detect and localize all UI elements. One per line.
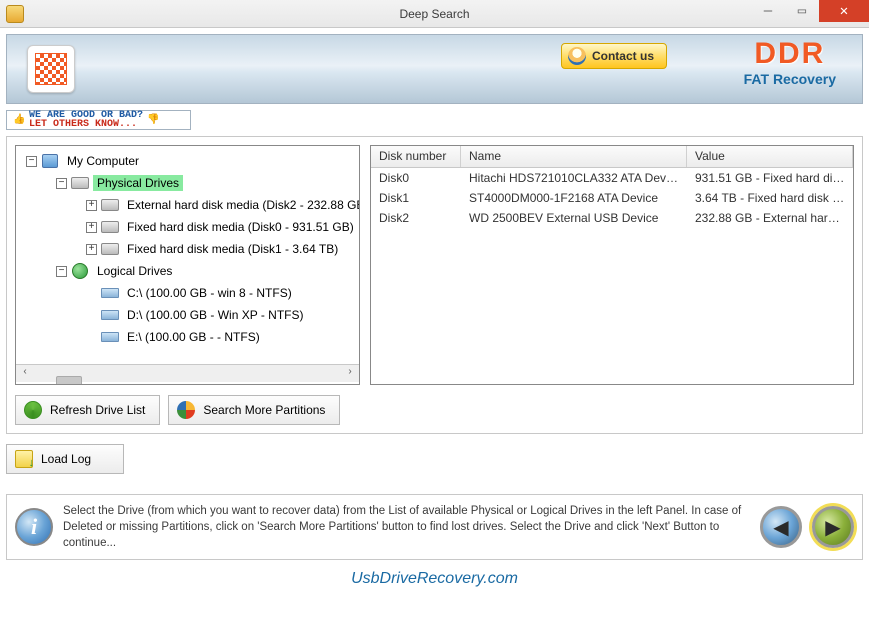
- next-arrow-icon: ▶: [825, 515, 840, 540]
- tree-label: External hard disk media (Disk2 - 232.88…: [123, 197, 359, 213]
- tree-label-selected: Physical Drives: [93, 175, 183, 191]
- thumbs-down-icon: 👎: [147, 114, 159, 126]
- logical-icon: [71, 263, 89, 279]
- banner: Contact us DDR FAT Recovery: [6, 34, 863, 104]
- cell-c2: ST4000DM000-1F2168 ATA Device: [461, 191, 687, 205]
- minimize-button[interactable]: —: [751, 0, 785, 22]
- info-icon: i: [15, 508, 53, 546]
- drive-tree[interactable]: − My Computer − Physical Drives + Extern…: [16, 146, 359, 364]
- list-body: Disk0Hitachi HDS721010CLA332 ATA Device9…: [371, 168, 853, 228]
- tree-physical-drives[interactable]: − Physical Drives: [16, 172, 359, 194]
- instruction-text: Select the Drive (from which you want to…: [63, 503, 750, 551]
- search-icon: [177, 401, 195, 419]
- cell-c1: Disk0: [371, 171, 461, 185]
- cell-c3: 3.64 TB - Fixed hard disk media: [687, 191, 853, 205]
- tree-label: D:\ (100.00 GB - Win XP - NTFS): [123, 307, 307, 323]
- watermark: UsbDriveRecovery.com: [0, 566, 869, 592]
- computer-icon: [41, 153, 59, 169]
- back-arrow-icon: ◀: [773, 515, 788, 540]
- load-log-button[interactable]: Load Log: [6, 444, 124, 474]
- tree-label: C:\ (100.00 GB - win 8 - NTFS): [123, 285, 296, 301]
- tree-label: Fixed hard disk media (Disk1 - 3.64 TB): [123, 241, 342, 257]
- scroll-left-button[interactable]: ‹: [16, 366, 34, 382]
- rate-text: WE ARE GOOD OR BAD? LET OTHERS KNOW...: [29, 111, 143, 129]
- log-icon: [15, 450, 33, 468]
- tree-label: Logical Drives: [93, 263, 176, 279]
- table-row[interactable]: Disk2WD 2500BEV External USB Device232.8…: [371, 208, 853, 228]
- tree-label: Fixed hard disk media (Disk0 - 931.51 GB…: [123, 219, 358, 235]
- cell-c3: 232.88 GB - External hard disk ...: [687, 211, 853, 225]
- brand-block: DDR FAT Recovery: [744, 39, 836, 87]
- cell-c2: WD 2500BEV External USB Device: [461, 211, 687, 225]
- next-button[interactable]: ▶: [812, 506, 854, 548]
- brand-title: DDR: [744, 39, 836, 69]
- app-icon: [6, 5, 24, 23]
- hdd-icon: [71, 175, 89, 191]
- expander-icon[interactable]: −: [26, 156, 37, 167]
- scroll-thumb[interactable]: [56, 376, 82, 386]
- col-disk-number[interactable]: Disk number: [371, 146, 461, 167]
- hdd-icon: [101, 197, 119, 213]
- maximize-button[interactable]: ▭: [785, 0, 819, 22]
- expander-icon[interactable]: −: [56, 178, 67, 189]
- tree-label: E:\ (100.00 GB - - NTFS): [123, 329, 264, 345]
- cell-c1: Disk1: [371, 191, 461, 205]
- search-more-label: Search More Partitions: [203, 403, 325, 417]
- expander-icon[interactable]: +: [86, 222, 97, 233]
- table-row[interactable]: Disk1ST4000DM000-1F2168 ATA Device3.64 T…: [371, 188, 853, 208]
- brand-subtitle: FAT Recovery: [744, 71, 836, 87]
- refresh-label: Refresh Drive List: [50, 403, 145, 417]
- back-button[interactable]: ◀: [760, 506, 802, 548]
- hdd-icon: [101, 241, 119, 257]
- tree-root[interactable]: − My Computer: [16, 150, 359, 172]
- footer-bar: i Select the Drive (from which you want …: [6, 494, 863, 560]
- refresh-drive-list-button[interactable]: Refresh Drive List: [15, 395, 160, 425]
- search-more-partitions-button[interactable]: Search More Partitions: [168, 395, 340, 425]
- tree-item[interactable]: + Fixed hard disk media (Disk1 - 3.64 TB…: [16, 238, 359, 260]
- cell-c3: 931.51 GB - Fixed hard disk media: [687, 171, 853, 185]
- hdd-icon: [101, 219, 119, 235]
- button-row: Refresh Drive List Search More Partition…: [15, 395, 854, 425]
- drive-tree-panel: − My Computer − Physical Drives + Extern…: [15, 145, 360, 385]
- window-title: Deep Search: [0, 7, 869, 21]
- expander-icon[interactable]: +: [86, 244, 97, 255]
- contact-us-label: Contact us: [592, 49, 654, 63]
- drive-icon: [101, 307, 119, 323]
- col-name[interactable]: Name: [461, 146, 687, 167]
- tree-item[interactable]: C:\ (100.00 GB - win 8 - NTFS): [16, 282, 359, 304]
- drive-icon: [101, 285, 119, 301]
- expander-icon[interactable]: −: [56, 266, 67, 277]
- close-button[interactable]: ✕: [819, 0, 869, 22]
- thumbs-up-icon: 👍: [13, 114, 25, 126]
- scroll-right-button[interactable]: ›: [341, 366, 359, 382]
- disk-list-panel: Disk number Name Value Disk0Hitachi HDS7…: [370, 145, 854, 385]
- expander-icon[interactable]: +: [86, 200, 97, 211]
- tree-item[interactable]: + Fixed hard disk media (Disk0 - 931.51 …: [16, 216, 359, 238]
- load-log-label: Load Log: [41, 452, 91, 466]
- main-area: − My Computer − Physical Drives + Extern…: [6, 136, 863, 434]
- cell-c2: Hitachi HDS721010CLA332 ATA Device: [461, 171, 687, 185]
- horizontal-scrollbar[interactable]: ‹ ›: [16, 364, 359, 382]
- col-value[interactable]: Value: [687, 146, 853, 167]
- title-bar: Deep Search — ▭ ✕: [0, 0, 869, 28]
- rate-us-button[interactable]: 👍 WE ARE GOOD OR BAD? LET OTHERS KNOW...…: [6, 110, 191, 130]
- contact-us-button[interactable]: Contact us: [561, 43, 667, 69]
- tree-item[interactable]: D:\ (100.00 GB - Win XP - NTFS): [16, 304, 359, 326]
- table-row[interactable]: Disk0Hitachi HDS721010CLA332 ATA Device9…: [371, 168, 853, 188]
- drive-icon: [101, 329, 119, 345]
- cell-c1: Disk2: [371, 211, 461, 225]
- tree-item[interactable]: E:\ (100.00 GB - - NTFS): [16, 326, 359, 348]
- tree-logical-drives[interactable]: − Logical Drives: [16, 260, 359, 282]
- window-controls: — ▭ ✕: [751, 0, 869, 22]
- tree-item[interactable]: + External hard disk media (Disk2 - 232.…: [16, 194, 359, 216]
- refresh-icon: [24, 401, 42, 419]
- tree-label: My Computer: [63, 153, 143, 169]
- app-logo-icon: [27, 45, 75, 93]
- list-header: Disk number Name Value: [371, 146, 853, 168]
